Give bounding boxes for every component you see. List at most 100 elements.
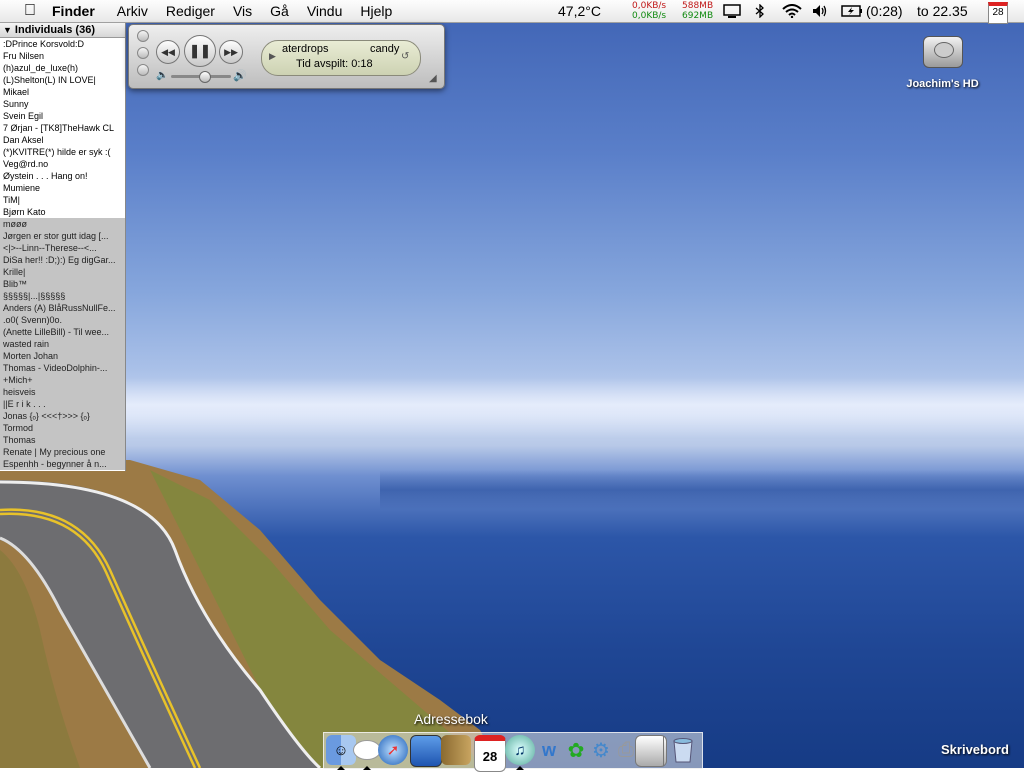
- buddy-list-item[interactable]: .o0( Svenn)0o.: [0, 314, 125, 326]
- bluetooth-icon[interactable]: [755, 0, 765, 22]
- lcd-display[interactable]: ▶ aterdrops candy Tid avspilt: 0:18 ↺: [261, 40, 421, 76]
- buddy-list-item[interactable]: (Anette LilleBill) - Til wee...: [0, 326, 125, 338]
- buddy-list-item[interactable]: 7 Ørjan - [TK8]TheHawk CL: [0, 122, 125, 134]
- hard-disk-icon[interactable]: [922, 36, 963, 68]
- menu-finder[interactable]: Finder: [52, 3, 95, 19]
- safari-icon[interactable]: ➚: [378, 735, 408, 765]
- buddy-list-item[interactable]: (*)KVITRE(*) hilde er syk :(: [0, 146, 125, 158]
- buddy-list-item[interactable]: ||E r i k . . .: [0, 398, 125, 410]
- buddy-list-item[interactable]: møøø: [0, 218, 125, 230]
- menu-vindu[interactable]: Vindu: [307, 3, 343, 19]
- dock-hover-label: Adressebok: [414, 711, 488, 727]
- menu-ga[interactable]: Gå: [270, 3, 289, 19]
- itunes-icon[interactable]: ♫: [505, 735, 535, 765]
- idle-buddies: møøø Jørgen er stor gutt idag [... <|>--Li…: [0, 218, 125, 470]
- buddy-list-item[interactable]: <|>--Linn--Therese--<...: [0, 242, 125, 254]
- buddy-list-item[interactable]: Mumiene: [0, 182, 125, 194]
- net-up-rate: 0,0KB/s: [632, 1, 667, 11]
- network-monitor[interactable]: 0,0KB/s 0,0KB/s: [632, 1, 666, 21]
- buddy-list-window: ▼ Individuals (36) :DPrince Korsvold:D Fr…: [0, 23, 126, 471]
- network-icon[interactable]: w: [534, 735, 564, 765]
- group-label: Individuals (36): [14, 24, 95, 36]
- temperature-readout[interactable]: 47,2°C: [558, 0, 601, 22]
- itunes-mini-player: ◀◀ ❚❚ ▶▶ 🔈 🔊 ▶ aterdrops candy Tid avspi…: [128, 24, 445, 89]
- buddy-list-item[interactable]: Jørgen er stor gutt idag [...: [0, 230, 125, 242]
- previous-track-button[interactable]: ◀◀: [156, 40, 180, 64]
- track-artist: candy: [370, 43, 400, 55]
- ical-icon[interactable]: 28: [474, 735, 506, 772]
- mem-used: 588MB: [682, 1, 714, 11]
- buddy-list-item[interactable]: Svein Egil: [0, 110, 125, 122]
- buddy-list-item[interactable]: Veg@rd.no: [0, 158, 125, 170]
- battery-time[interactable]: (0:28): [866, 0, 903, 22]
- buddy-list-item[interactable]: Fru Nilsen: [0, 50, 125, 62]
- running-indicator: [337, 766, 345, 770]
- online-buddies: :DPrince Korsvold:D Fru Nilsen (h)azul_de_…: [0, 38, 125, 218]
- display-icon[interactable]: [723, 0, 741, 22]
- buddy-list-item[interactable]: Espenhh - begynner å n...: [0, 458, 125, 470]
- wifi-icon[interactable]: [782, 0, 802, 22]
- resize-grip-icon[interactable]: ◢: [429, 73, 437, 84]
- volume-slider-knob[interactable]: [199, 71, 211, 83]
- buddy-list-item[interactable]: Sunny: [0, 98, 125, 110]
- desktop-label: Skrivebord: [941, 742, 1009, 757]
- buddy-list-item[interactable]: :DPrince Korsvold:D: [0, 38, 125, 50]
- pause-button[interactable]: ❚❚: [184, 35, 216, 67]
- lcd-play-icon[interactable]: ▶: [269, 51, 276, 62]
- hard-disk-label[interactable]: Joachim's HD: [900, 78, 985, 90]
- track-title: aterdrops: [282, 43, 329, 55]
- buddy-list-item[interactable]: Mikael: [0, 86, 125, 98]
- next-track-button[interactable]: ▶▶: [219, 40, 243, 64]
- cloud-bank: [120, 378, 1024, 438]
- running-indicator: [363, 766, 371, 770]
- volume-low-icon: 🔈: [156, 70, 169, 81]
- buddy-list-item[interactable]: Blib™: [0, 278, 125, 290]
- buddy-list-item[interactable]: DiSa her!! :D;):) Eg digGar...: [0, 254, 125, 266]
- trash-icon[interactable]: [668, 735, 698, 765]
- buddy-list-item[interactable]: Morten Johan: [0, 350, 125, 362]
- zoom-button[interactable]: [137, 64, 149, 76]
- address-book-icon[interactable]: [441, 735, 471, 765]
- net-down-rate: 0,0KB/s: [632, 11, 667, 21]
- buddy-list-item[interactable]: Krille|: [0, 266, 125, 278]
- buddy-list-item[interactable]: Øystein . . . Hang on!: [0, 170, 125, 182]
- snapback-icon[interactable]: ↺: [401, 51, 409, 62]
- buddy-list-item[interactable]: §§§§§|...|§§§§§: [0, 290, 125, 302]
- menu-vis[interactable]: Vis: [233, 3, 252, 19]
- dock-separator: [663, 736, 664, 766]
- group-header-individuals[interactable]: ▼ Individuals (36): [0, 23, 125, 38]
- mail-icon[interactable]: [410, 735, 442, 767]
- menu-rediger[interactable]: Rediger: [166, 3, 215, 19]
- volume-icon[interactable]: [812, 0, 828, 22]
- buddy-list-item[interactable]: (h)azul_de_luxe(h): [0, 62, 125, 74]
- menu-hjelp[interactable]: Hjelp: [360, 3, 392, 19]
- battery-icon[interactable]: [841, 0, 863, 22]
- memory-monitor[interactable]: 588MB 692MB: [682, 1, 713, 21]
- buddy-list-item[interactable]: +Mich+: [0, 374, 125, 386]
- running-indicator: [516, 766, 524, 770]
- buddy-list-item[interactable]: Dan Aksel: [0, 134, 125, 146]
- clock[interactable]: to 22.35: [917, 0, 968, 22]
- buddy-list-item[interactable]: (L)Shelton(L) IN LOVE|: [0, 74, 125, 86]
- elapsed-time: Tid avspilt: 0:18: [296, 58, 373, 70]
- buddy-list-item[interactable]: Bjørn Kato: [0, 206, 125, 218]
- disclosure-triangle-icon[interactable]: ▼: [3, 25, 12, 35]
- buddy-list-item[interactable]: heisveis: [0, 386, 125, 398]
- menu-arkiv[interactable]: Arkiv: [117, 3, 148, 19]
- apple-icon[interactable]: : [20, 2, 40, 20]
- desktop-background: [0, 0, 1024, 768]
- hard-disk-desktop-item[interactable]: Joachim's HD: [900, 36, 985, 90]
- buddy-list-item[interactable]: Thomas: [0, 434, 125, 446]
- minimize-button[interactable]: [137, 47, 149, 59]
- dock: ☺ ➚ 28 ♫ w ✿ ⚙ ⎙: [323, 732, 703, 772]
- buddy-list-item[interactable]: Renate | My precious one: [0, 446, 125, 458]
- buddy-list-item[interactable]: wasted rain: [0, 338, 125, 350]
- buddy-list-item[interactable]: Tormod: [0, 422, 125, 434]
- close-button[interactable]: [137, 30, 149, 42]
- buddy-list-item[interactable]: Thomas - VideoDolphin-...: [0, 362, 125, 374]
- menu-bar:  Finder Arkiv Rediger Vis Gå Vindu Hjel…: [0, 0, 1024, 24]
- buddy-list-item[interactable]: TiM|: [0, 194, 125, 206]
- calendar-icon[interactable]: 28: [988, 2, 1008, 24]
- buddy-list-item[interactable]: Jonas {ₒ} <<<†>>> {ₒ}: [0, 410, 125, 422]
- buddy-list-item[interactable]: Anders (A) BlåRussNullFe...: [0, 302, 125, 314]
